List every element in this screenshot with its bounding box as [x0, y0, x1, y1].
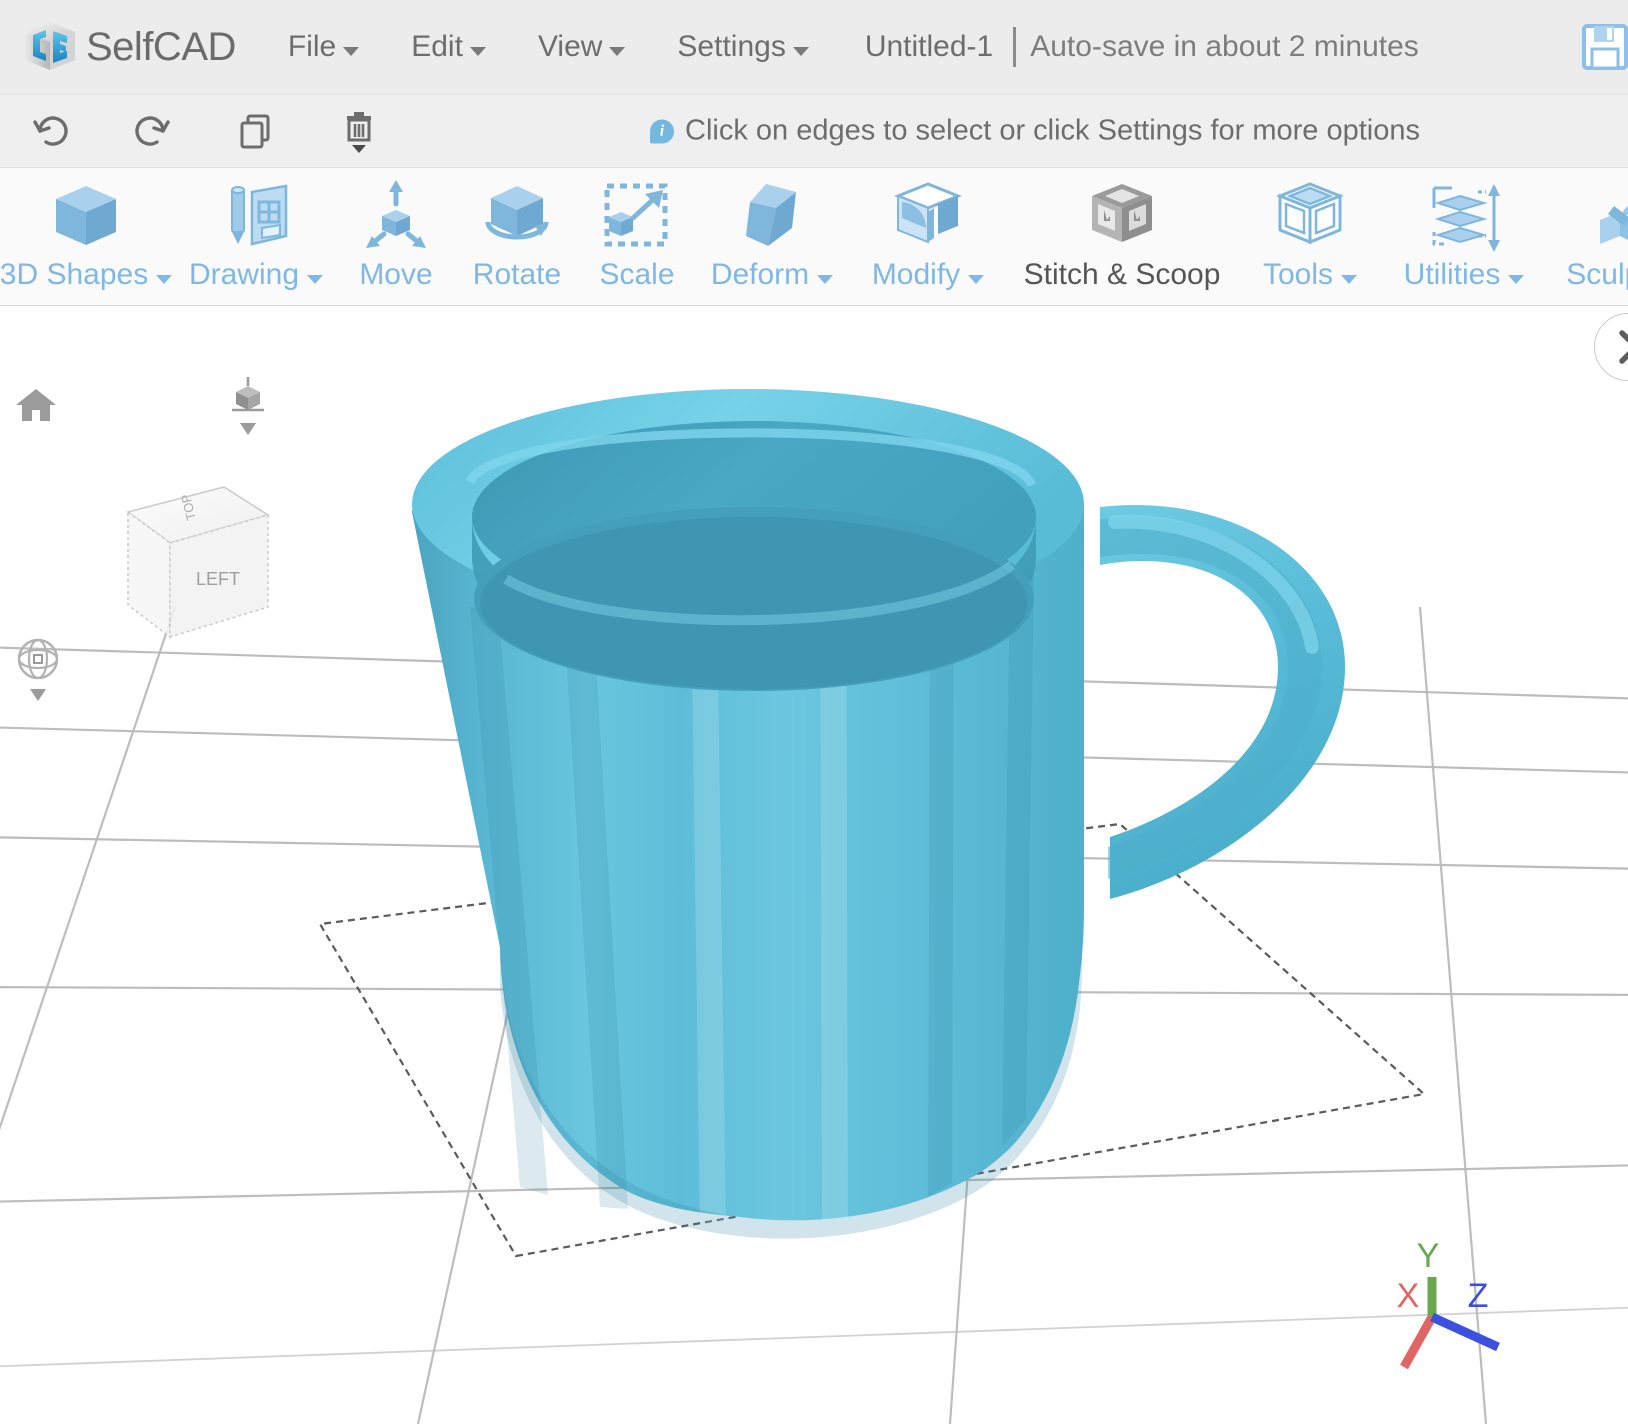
menu-item-settings[interactable]: Settings: [677, 30, 809, 64]
copy-pages-icon: [240, 114, 270, 149]
menu-bar: SelfCAD File Edit View Settings Untitled…: [0, 0, 1628, 95]
orbit-pivot-button[interactable]: [16, 637, 60, 714]
chevron-down-icon: [156, 275, 173, 284]
ribbon-item-3d-shapes[interactable]: 3D Shapes: [0, 178, 173, 292]
menu-item-view[interactable]: View: [537, 30, 626, 64]
menu-item-edit-label: Edit: [411, 30, 463, 63]
rotate-cube-icon: [479, 178, 555, 254]
menu-item-file-label: File: [287, 30, 337, 63]
ribbon-item-modify[interactable]: Modify: [852, 178, 1004, 292]
ribbon-item-move[interactable]: Move: [340, 178, 452, 292]
ribbon-item-drawing[interactable]: Drawing: [172, 178, 340, 292]
menu-item-settings-label: Settings: [677, 30, 786, 63]
axis-z-label: Z: [1468, 1277, 1489, 1315]
ribbon-item-rotate[interactable]: Rotate: [452, 178, 582, 292]
chevron-down-icon: [1341, 275, 1358, 284]
ribbon-item-utilities-label: Utilities: [1404, 258, 1525, 292]
info-icon: i: [650, 119, 674, 143]
tools-cube-icon: [1272, 178, 1348, 254]
chevron-down-icon: [609, 47, 626, 56]
deform-skew-icon: [734, 178, 810, 254]
brand-name: SelfCAD: [86, 24, 236, 69]
chevron-down-icon: [792, 47, 809, 56]
mug-body: [412, 389, 1084, 1239]
ribbon-item-scale-label: Scale: [599, 258, 675, 291]
undo-arrow-icon: [33, 116, 68, 146]
brand[interactable]: SelfCAD: [22, 20, 236, 74]
navigation-cube: TOP LEFT: [126, 486, 270, 639]
status-hint-text: Click on edges to select or click Settin…: [685, 114, 1420, 147]
chevron-down-icon: [307, 275, 324, 284]
ribbon-toolbar: 3D Shapes Drawing Move Rotate Scale Defo…: [0, 168, 1628, 306]
ribbon-item-tools-label: Tools: [1263, 258, 1358, 292]
ribbon-item-sculpting-label: Sculpting: [1566, 258, 1628, 291]
modify-cube-icon: [890, 178, 966, 254]
home-view-button[interactable]: [14, 383, 58, 432]
ribbon-item-scale[interactable]: Scale: [582, 178, 692, 292]
axis-y-label: Y: [1417, 1237, 1440, 1275]
menu-item-file[interactable]: File: [287, 30, 360, 64]
autosave-status: Auto-save in about 2 minutes: [1030, 30, 1419, 63]
document-title[interactable]: Untitled-1: [865, 30, 993, 64]
view-orientation-button[interactable]: [226, 377, 270, 458]
menu-item-view-label: View: [537, 30, 603, 63]
chevron-down-icon: [1508, 275, 1525, 284]
selfcad-application: SelfCAD File Edit View Settings Untitled…: [0, 0, 1628, 1424]
utilities-layers-icon: [1426, 178, 1502, 254]
ribbon-item-tools[interactable]: Tools: [1240, 178, 1380, 292]
redo-button[interactable]: [125, 103, 181, 159]
chevron-down-icon: [240, 423, 256, 435]
ribbon-item-stitch-scoop[interactable]: Stitch & Scoop: [1004, 178, 1240, 292]
ribbon-item-deform[interactable]: Deform: [692, 178, 852, 292]
delete-button[interactable]: [331, 103, 387, 159]
copy-button[interactable]: [228, 103, 284, 159]
ribbon-item-modify-label: Modify: [872, 258, 985, 292]
quick-action-bar: i Click on edges to select or click Sett…: [0, 95, 1628, 168]
ribbon-item-move-label: Move: [359, 258, 433, 291]
axis-gizmo: Y X Z: [1397, 1237, 1500, 1370]
ribbon-item-rotate-label: Rotate: [472, 258, 562, 291]
chevron-down-icon: [30, 689, 46, 701]
move-arrows-icon: [358, 178, 434, 254]
chevron-right-icon: [1619, 330, 1628, 364]
redo-arrow-icon: [135, 116, 170, 146]
scale-marquee-icon: [599, 178, 675, 254]
ribbon-item-deform-label: Deform: [711, 258, 834, 292]
viewcube-small-icon: [232, 377, 264, 435]
home-icon: [16, 389, 56, 421]
pencil-sketch-icon: [218, 178, 294, 254]
stitch-scoop-icon: [1084, 178, 1160, 254]
ribbon-item-utilities[interactable]: Utilities: [1380, 178, 1548, 292]
navcube-front-label: LEFT: [196, 569, 240, 589]
chevron-down-icon: [469, 47, 486, 56]
undo-button[interactable]: [22, 103, 78, 159]
chevron-down-icon: [968, 275, 985, 284]
divider: [1013, 27, 1017, 67]
menu-item-edit[interactable]: Edit: [411, 30, 486, 64]
save-button[interactable]: [1582, 24, 1628, 70]
selfcad-cube-logo: [22, 20, 78, 74]
ribbon-item-drawing-label: Drawing: [189, 258, 324, 292]
floppy-save-icon: [1582, 24, 1628, 70]
orbit-target-icon: [17, 638, 59, 701]
status-hint: i Click on edges to select or click Sett…: [650, 115, 1420, 148]
chevron-down-icon: [343, 47, 360, 56]
trash-can-icon: [347, 112, 371, 153]
3d-viewport[interactable]: TOP LEFT Y X Z: [0, 307, 1628, 1424]
ribbon-item-3d-shapes-label: 3D Shapes: [0, 258, 173, 292]
axis-x-label: X: [1397, 1277, 1420, 1315]
ribbon-item-stitch-scoop-label: Stitch & Scoop: [1023, 258, 1221, 291]
chevron-down-icon: [817, 275, 834, 284]
ribbon-item-sculpting[interactable]: Sculpting: [1548, 178, 1628, 292]
cube-icon: [48, 178, 124, 254]
sculpting-brush-icon: [1590, 178, 1628, 254]
